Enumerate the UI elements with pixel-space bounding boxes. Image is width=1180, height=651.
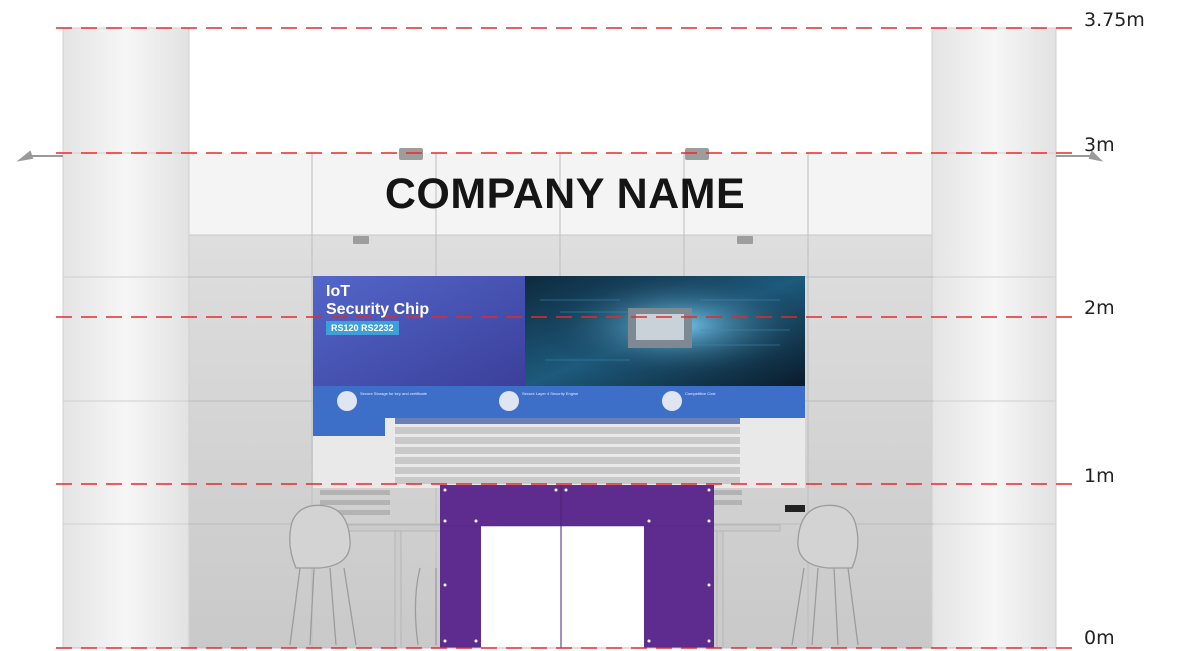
poster-feature-3: Competitive Cost bbox=[685, 391, 716, 396]
height-label-0m: 0m bbox=[1084, 627, 1115, 649]
poster-model-badge: RS120 RS2232 bbox=[326, 321, 399, 335]
booth-drawing bbox=[16, 27, 1104, 649]
left-tower bbox=[62, 27, 190, 649]
height-label-2m: 2m bbox=[1084, 297, 1115, 319]
poster-feature-2: Secure Layer 4 Security Engine bbox=[522, 391, 579, 396]
company-name-sign: COMPANY NAME bbox=[384, 170, 746, 218]
purple-door-frame bbox=[440, 485, 714, 648]
height-label-3m: 3m bbox=[1084, 134, 1115, 156]
poster-title: IoT Security Chip bbox=[326, 283, 516, 319]
poster-title-line2: Security Chip bbox=[326, 301, 430, 318]
height-label-3-75m: 3.75m bbox=[1084, 9, 1145, 31]
height-label-1m: 1m bbox=[1084, 465, 1115, 487]
poster-feature-1: Secure Storage for key and certificate bbox=[360, 391, 427, 396]
poster-title-line1: IoT bbox=[326, 283, 350, 300]
right-tower bbox=[931, 27, 1057, 649]
chip-graphic bbox=[628, 308, 692, 348]
booth-elevation-diagram: COMPANY NAME IoT Security Chip RS120 RS2… bbox=[0, 0, 1180, 651]
